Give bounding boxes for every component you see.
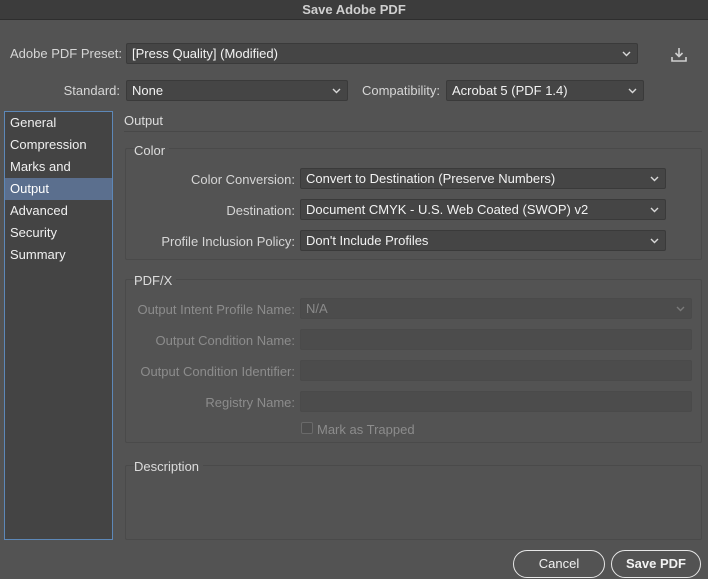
- color-section-title: Color: [134, 143, 170, 158]
- mark-as-trapped-checkbox[interactable]: [301, 422, 313, 434]
- preset-label: Adobe PDF Preset:: [10, 46, 122, 61]
- sidebar-item-security[interactable]: Security: [5, 222, 112, 244]
- chevron-down-icon: [650, 205, 659, 214]
- destination-value: Document CMYK - U.S. Web Coated (SWOP) v…: [306, 202, 589, 217]
- preset-select[interactable]: [Press Quality] (Modified): [126, 43, 638, 64]
- chevron-down-icon: [332, 86, 341, 95]
- save-preset-icon[interactable]: [669, 45, 689, 65]
- chevron-down-icon: [676, 304, 685, 313]
- destination-label: Destination:: [226, 203, 295, 218]
- compatibility-select[interactable]: Acrobat 5 (PDF 1.4): [446, 80, 644, 101]
- sidebar-item-compression[interactable]: Compression: [5, 134, 112, 156]
- color-conversion-label: Color Conversion:: [190, 172, 295, 187]
- color-conversion-value: Convert to Destination (Preserve Numbers…: [306, 171, 556, 186]
- standard-select[interactable]: None: [126, 80, 348, 101]
- compatibility-value: Acrobat 5 (PDF 1.4): [452, 83, 568, 98]
- sidebar-item-general[interactable]: General: [5, 112, 112, 134]
- output-condition-identifier-field[interactable]: [300, 360, 692, 381]
- chevron-down-icon: [622, 49, 631, 58]
- profile-policy-label: Profile Inclusion Policy:: [161, 234, 295, 249]
- window-title: Save Adobe PDF: [0, 0, 708, 20]
- standard-value: None: [132, 83, 164, 98]
- output-condition-name-field[interactable]: [300, 329, 692, 350]
- mark-as-trapped-label: Mark as Trapped: [317, 422, 415, 437]
- output-condition-identifier-label: Output Condition Identifier:: [140, 364, 295, 379]
- profile-policy-value: Don't Include Profiles: [306, 233, 429, 248]
- sidebar-item-marks-and-bleeds[interactable]: Marks and Bleeds: [5, 156, 112, 196]
- standard-label: Standard:: [63, 83, 120, 98]
- chevron-down-icon: [650, 236, 659, 245]
- description-panel: [125, 465, 702, 540]
- output-intent-label: Output Intent Profile Name:: [137, 302, 295, 317]
- sidebar: General Compression Marks and Bleeds Out…: [4, 111, 113, 540]
- output-condition-name-label: Output Condition Name:: [155, 333, 295, 348]
- save-pdf-button[interactable]: Save PDF: [611, 550, 701, 578]
- pdfx-section-title: PDF/X: [134, 273, 177, 288]
- cancel-button[interactable]: Cancel: [513, 550, 605, 578]
- heading-divider: [124, 131, 702, 132]
- chevron-down-icon: [628, 86, 637, 95]
- page-title: Output: [124, 113, 164, 128]
- sidebar-item-summary[interactable]: Summary: [5, 244, 112, 266]
- preset-value: [Press Quality] (Modified): [132, 46, 278, 61]
- registry-name-label: Registry Name:: [205, 395, 295, 410]
- color-conversion-select[interactable]: Convert to Destination (Preserve Numbers…: [300, 168, 666, 189]
- sidebar-item-advanced[interactable]: Advanced: [5, 200, 112, 222]
- compatibility-label: Compatibility:: [361, 83, 440, 98]
- output-intent-select[interactable]: N/A: [300, 298, 692, 319]
- chevron-down-icon: [650, 174, 659, 183]
- registry-name-field[interactable]: [300, 391, 692, 412]
- profile-policy-select[interactable]: Don't Include Profiles: [300, 230, 666, 251]
- destination-select[interactable]: Document CMYK - U.S. Web Coated (SWOP) v…: [300, 199, 666, 220]
- output-intent-value: N/A: [306, 301, 328, 316]
- description-section-title: Description: [134, 459, 204, 474]
- sidebar-item-output[interactable]: Output: [5, 178, 112, 200]
